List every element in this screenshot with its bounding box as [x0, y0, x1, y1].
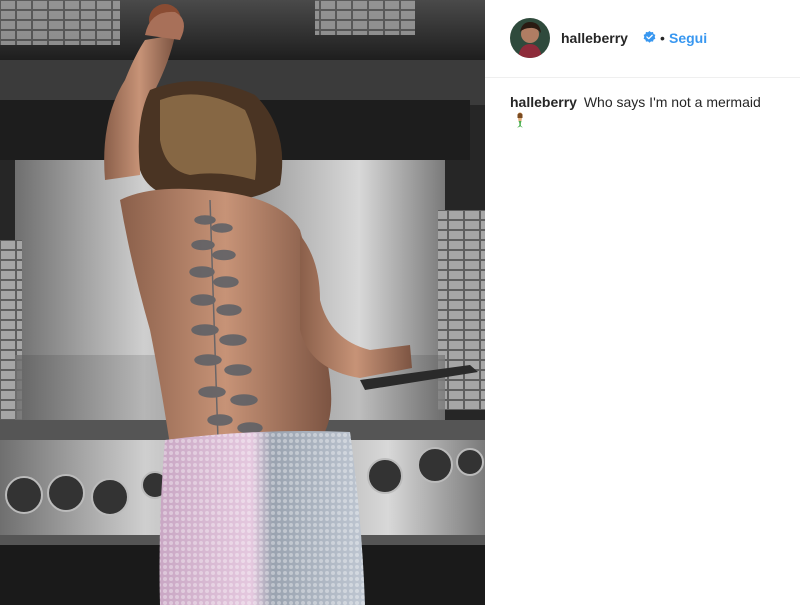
- caption-text: Who says I'm not a mermaid: [583, 94, 761, 110]
- post-caption: halleberry Who says I'm not a mermaid: [510, 93, 780, 129]
- mermaid-emoji-icon: [514, 112, 526, 128]
- caption-username[interactable]: halleberry: [510, 94, 577, 110]
- avatar-image: [510, 18, 550, 58]
- post-photo[interactable]: [0, 0, 485, 605]
- instagram-post: halleberry • Segui halleberry Who says I…: [0, 0, 800, 605]
- follow-button[interactable]: Segui: [669, 30, 707, 46]
- post-sidebar: halleberry • Segui halleberry Who says I…: [485, 0, 800, 605]
- avatar[interactable]: [510, 18, 550, 58]
- header-username[interactable]: halleberry: [561, 30, 628, 46]
- header-separator: •: [660, 30, 665, 46]
- verified-badge-icon: [643, 31, 656, 44]
- post-photo-illustration: [0, 0, 485, 605]
- post-header: halleberry • Segui: [485, 0, 800, 78]
